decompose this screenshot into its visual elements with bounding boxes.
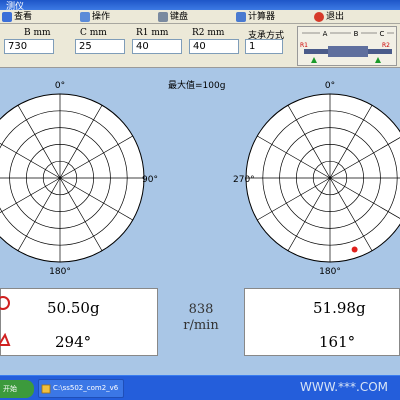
- param-b-input[interactable]: 730: [4, 39, 54, 54]
- menu-exit-label: 退出: [326, 12, 345, 22]
- param-c-input[interactable]: 25: [75, 39, 125, 54]
- watermark: WWW.***.COM: [300, 380, 389, 394]
- calculator-icon: [236, 12, 246, 22]
- taskbar-app-label: C:\ss502_com2_v6: [53, 384, 119, 392]
- schematic-label-a: A: [323, 30, 328, 38]
- polar-right-label-270: 270°: [233, 175, 255, 185]
- view-icon: [2, 12, 12, 22]
- menu-calculator-label: 计算器: [248, 12, 276, 22]
- param-c-label: C mm: [80, 28, 107, 38]
- rotor-schematic: A B C R1 R2: [297, 26, 397, 66]
- polar-grid-left: [0, 93, 145, 263]
- keyboard-icon: [158, 12, 168, 22]
- menu-view[interactable]: 查看: [2, 11, 32, 23]
- schematic-label-r2: R2: [382, 42, 390, 49]
- param-r2-label: R2 mm: [192, 28, 225, 38]
- rotor-body: [328, 46, 368, 57]
- app-icon: [41, 384, 51, 394]
- amplitude-icon: [0, 296, 10, 310]
- polar-right-label-0: 0°: [325, 81, 335, 91]
- menu-operate-label: 操作: [92, 12, 111, 22]
- polar-right-point: [351, 246, 358, 253]
- param-b-label: B mm: [24, 28, 51, 38]
- angle-left: 294°: [55, 333, 92, 351]
- param-r1-input[interactable]: 40: [132, 39, 182, 54]
- polar-left-label-0: 0°: [55, 81, 65, 91]
- angle-right: 161°: [319, 333, 356, 351]
- exit-icon: [314, 12, 324, 22]
- polar-left-label-90: 90°: [142, 175, 158, 185]
- bearing-left-icon: [311, 57, 317, 63]
- schematic-drawing: A B C R1 R2: [300, 28, 394, 63]
- menu-exit[interactable]: 退出: [314, 11, 344, 23]
- menu-keyboard-label: 键盘: [170, 12, 189, 22]
- menu-operate[interactable]: 操作: [80, 11, 110, 23]
- polar-plot-right: 0° 270° 180°: [233, 81, 400, 277]
- rotation-speed: 838 r/min: [170, 302, 232, 334]
- param-r1-label: R1 mm: [136, 28, 169, 38]
- polar-right-label-180: 180°: [319, 267, 341, 277]
- speed-value: 838: [188, 302, 214, 317]
- polar-plot-left: 0° 90° 180°: [0, 81, 158, 277]
- param-support-input[interactable]: 1: [245, 39, 283, 54]
- menu-bar: 查看 操作 键盘 计算器 退出: [0, 10, 400, 24]
- taskbar-app-item[interactable]: C:\ss502_com2_v6: [38, 379, 124, 398]
- bearing-right-icon: [375, 57, 381, 63]
- readout-panel-left: 50.50g 294°: [0, 288, 158, 356]
- schematic-label-r1: R1: [300, 42, 308, 49]
- operate-icon: [80, 12, 90, 22]
- param-r2-input[interactable]: 40: [189, 39, 239, 54]
- schematic-label-c: C: [380, 30, 385, 38]
- speed-unit: r/min: [183, 318, 219, 333]
- polar-left-label-180: 180°: [49, 267, 71, 277]
- polar-grid-right: [245, 93, 400, 263]
- amplitude-right: 51.98g: [313, 299, 366, 317]
- readout-panel-right: 51.98g 161°: [244, 288, 400, 356]
- menu-keyboard[interactable]: 键盘: [158, 11, 188, 23]
- title-bar[interactable]: 测仪: [0, 0, 400, 12]
- schematic-label-b: B: [354, 30, 359, 38]
- angle-icon: [0, 333, 11, 346]
- max-value-label: 最大值=100g: [168, 81, 226, 91]
- app-window: 测仪 查看 操作 键盘 计算器 退出 B mm 730 C mm 25 R1 m…: [0, 0, 400, 400]
- start-button[interactable]: 开始: [0, 380, 34, 398]
- start-label: 开始: [3, 385, 17, 393]
- menu-calculator[interactable]: 计算器: [236, 11, 275, 23]
- amplitude-left: 50.50g: [47, 299, 100, 317]
- menu-view-label: 查看: [14, 12, 33, 22]
